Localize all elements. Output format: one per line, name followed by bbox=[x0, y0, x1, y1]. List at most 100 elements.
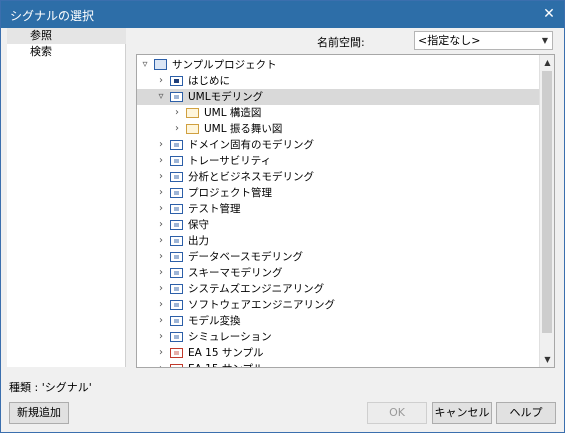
tree-item-label: スキーマモデリング bbox=[188, 267, 283, 279]
package-icon bbox=[170, 76, 183, 86]
tree-scrollbar[interactable]: ▲ ▼ bbox=[539, 55, 554, 367]
root-model-icon bbox=[154, 59, 167, 70]
view-mode-search[interactable]: 検索 bbox=[7, 44, 126, 60]
tree-item[interactable]: › UML 構造図 bbox=[137, 105, 539, 121]
tree-item[interactable]: › トレーサビリティ bbox=[137, 153, 539, 169]
tree-item-label: 保守 bbox=[188, 219, 209, 231]
tree-item-label: EA 15 サンプル bbox=[188, 361, 264, 367]
package-icon bbox=[170, 300, 183, 310]
package-icon bbox=[170, 284, 183, 294]
tree-item-label: データベースモデリング bbox=[188, 251, 303, 263]
folder-icon bbox=[186, 108, 199, 118]
expand-icon[interactable]: › bbox=[156, 217, 166, 233]
tree-item-label: プロジェクト管理 bbox=[188, 187, 272, 199]
chevron-down-icon: ▼ bbox=[541, 36, 548, 45]
tree-item[interactable]: › EA 15 サンプル bbox=[137, 361, 539, 367]
tree-item[interactable]: › プロジェクト管理 bbox=[137, 185, 539, 201]
new-button[interactable]: 新規追加 bbox=[9, 402, 69, 424]
expand-icon[interactable]: › bbox=[156, 169, 166, 185]
namespace-label: 名前空間: bbox=[317, 36, 365, 49]
expand-icon[interactable]: › bbox=[156, 185, 166, 201]
collapse-icon[interactable]: ▿ bbox=[140, 57, 150, 73]
expand-icon[interactable]: › bbox=[156, 281, 166, 297]
view-mode-list: 参照 検索 bbox=[7, 28, 126, 367]
tree-item[interactable]: › 保守 bbox=[137, 217, 539, 233]
signal-select-dialog: シグナルの選択 ✕ 参照 検索 名前空間: <指定なし> ▼ › EA 15 サン… bbox=[0, 0, 565, 433]
expand-icon[interactable]: › bbox=[156, 201, 166, 217]
tree-item[interactable]: › 出力 bbox=[137, 233, 539, 249]
help-button[interactable]: ヘルプ bbox=[496, 402, 556, 424]
expand-icon[interactable]: › bbox=[172, 105, 182, 121]
package-icon bbox=[170, 268, 183, 278]
expand-icon[interactable]: › bbox=[156, 73, 166, 89]
window-title: シグナルの選択 bbox=[10, 9, 95, 23]
package-icon bbox=[170, 140, 183, 150]
package-icon bbox=[170, 204, 183, 214]
scroll-thumb[interactable] bbox=[542, 71, 552, 333]
tree-item-label: テスト管理 bbox=[188, 203, 241, 215]
title-bar: シグナルの選択 ✕ bbox=[1, 1, 564, 28]
namespace-select[interactable]: <指定なし> ▼ bbox=[414, 31, 553, 50]
tree-item[interactable]: › EA 15 サンプル bbox=[137, 345, 539, 361]
package-icon bbox=[170, 236, 183, 246]
tree-item-label: UMLモデリング bbox=[188, 91, 264, 103]
package-icon bbox=[170, 332, 183, 342]
collapse-icon[interactable]: ▿ bbox=[156, 89, 166, 105]
tree-item-label: 分析とビジネスモデリング bbox=[188, 171, 314, 183]
expand-icon[interactable]: › bbox=[156, 153, 166, 169]
red-package-icon bbox=[170, 348, 183, 358]
package-icon bbox=[170, 316, 183, 326]
tree-item-label: EA 15 サンプル bbox=[188, 347, 264, 359]
tree-item[interactable]: › ドメイン固有のモデリング bbox=[137, 137, 539, 153]
expand-icon[interactable]: › bbox=[156, 361, 166, 367]
project-browser-tree: › EA 15 サンプル › EA 15 サンプル › シミュレーション › モデル変換 › ソフ… bbox=[136, 54, 555, 368]
tree-item[interactable]: › はじめに bbox=[137, 73, 539, 89]
tree-item[interactable]: › テスト管理 bbox=[137, 201, 539, 217]
expand-icon[interactable]: › bbox=[172, 121, 182, 137]
expand-icon[interactable]: › bbox=[156, 297, 166, 313]
tree-item[interactable]: › モデル変換 bbox=[137, 313, 539, 329]
tree-item[interactable]: › シミュレーション bbox=[137, 329, 539, 345]
tree-item-label: はじめに bbox=[188, 75, 230, 87]
folder-icon bbox=[186, 124, 199, 134]
tree-item-label: ドメイン固有のモデリング bbox=[188, 139, 314, 151]
package-icon bbox=[170, 156, 183, 166]
tree-item-label: 出力 bbox=[188, 235, 209, 247]
scroll-down-icon[interactable]: ▼ bbox=[540, 352, 554, 367]
expand-icon[interactable]: › bbox=[156, 233, 166, 249]
expand-icon[interactable]: › bbox=[156, 137, 166, 153]
tree-item[interactable]: › データベースモデリング bbox=[137, 249, 539, 265]
expand-icon[interactable]: › bbox=[156, 265, 166, 281]
red-package-icon bbox=[170, 364, 183, 367]
tree-item[interactable]: › スキーマモデリング bbox=[137, 265, 539, 281]
package-icon bbox=[170, 92, 183, 102]
expand-icon[interactable]: › bbox=[156, 249, 166, 265]
ok-button[interactable]: OK bbox=[367, 402, 427, 424]
element-type-status: 種類 : 'シグナル' bbox=[9, 381, 92, 394]
tree-item[interactable]: ▿ サンプルプロジェクト bbox=[137, 57, 539, 73]
tree-item-label: トレーサビリティ bbox=[188, 155, 272, 167]
package-icon bbox=[170, 220, 183, 230]
tree-item-label: UML 振る舞い図 bbox=[204, 123, 283, 135]
tree-item-label: ソフトウェアエンジニアリング bbox=[188, 299, 335, 311]
tree-item[interactable]: › システムズエンジニアリング bbox=[137, 281, 539, 297]
scroll-up-icon[interactable]: ▲ bbox=[540, 55, 554, 70]
expand-icon[interactable]: › bbox=[156, 345, 166, 361]
tree-item[interactable]: › 分析とビジネスモデリング bbox=[137, 169, 539, 185]
tree-item-label: モデル変換 bbox=[188, 315, 241, 327]
package-icon bbox=[170, 172, 183, 182]
tree-item[interactable]: ▿ UMLモデリング bbox=[137, 89, 539, 105]
tree-item[interactable]: › ソフトウェアエンジニアリング bbox=[137, 297, 539, 313]
close-icon[interactable]: ✕ bbox=[538, 3, 560, 25]
cancel-button[interactable]: キャンセル bbox=[432, 402, 492, 424]
expand-icon[interactable]: › bbox=[156, 329, 166, 345]
tree-item-label: UML 構造図 bbox=[204, 107, 262, 119]
tree-item-label: サンプルプロジェクト bbox=[172, 59, 277, 71]
package-icon bbox=[170, 188, 183, 198]
tree-item-label: シミュレーション bbox=[188, 331, 272, 343]
tree-item[interactable]: › UML 振る舞い図 bbox=[137, 121, 539, 137]
tree-item-label: システムズエンジニアリング bbox=[188, 283, 325, 295]
expand-icon[interactable]: › bbox=[156, 313, 166, 329]
view-mode-browse[interactable]: 参照 bbox=[7, 28, 126, 44]
package-icon bbox=[170, 252, 183, 262]
